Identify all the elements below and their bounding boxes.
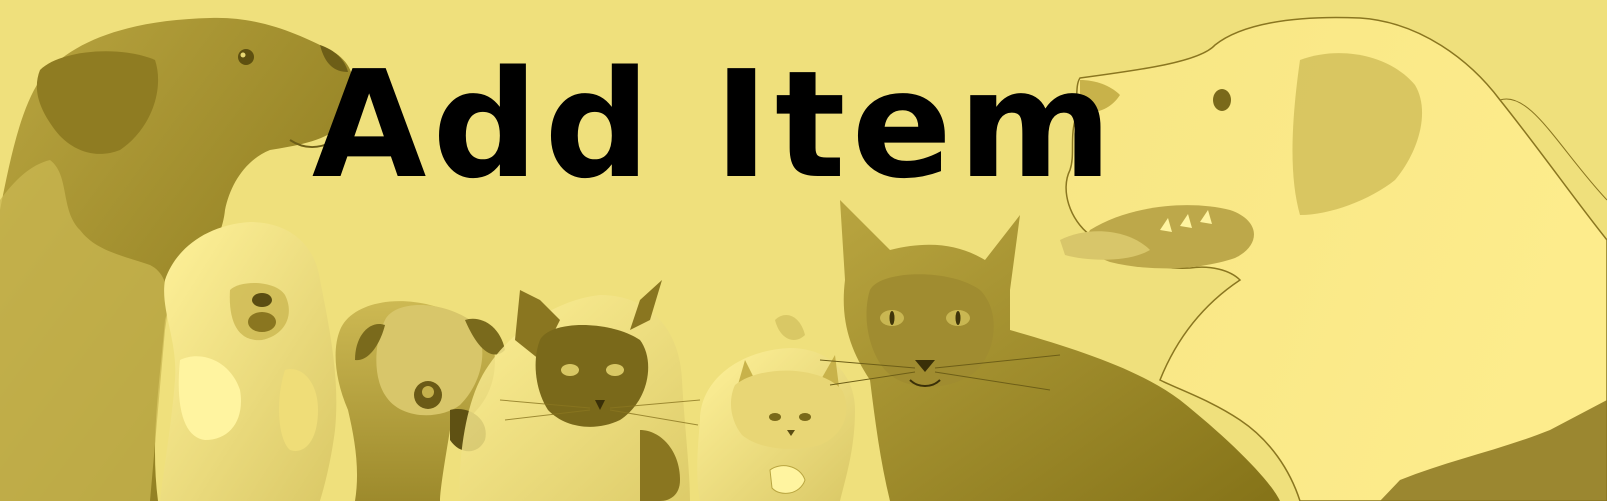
page-title: Add Item: [311, 39, 1119, 211]
puppy-icon: [160, 222, 337, 501]
banner: Add Item: [0, 0, 1607, 501]
